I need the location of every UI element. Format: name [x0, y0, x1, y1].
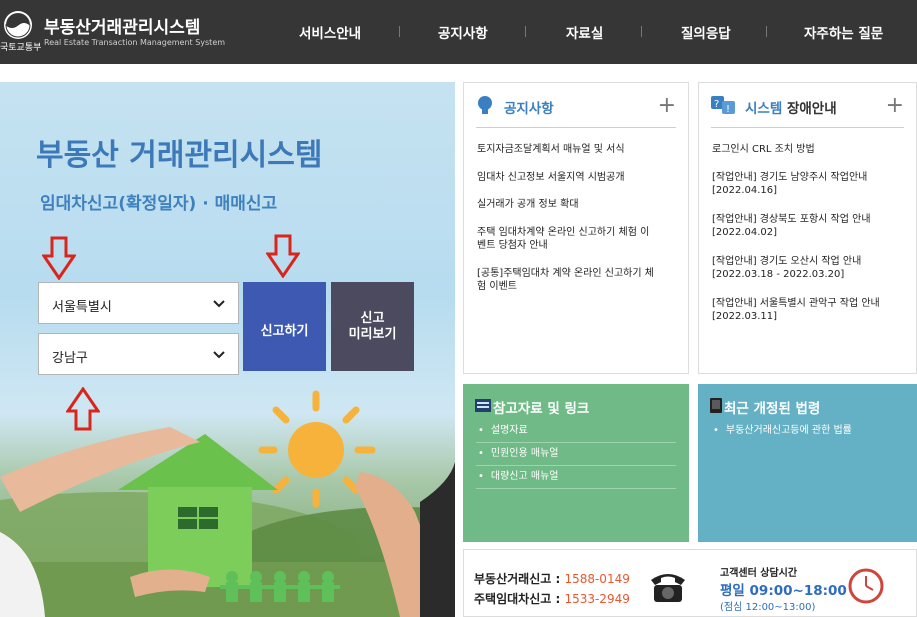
preview-button-line2: 미리보기 — [348, 327, 397, 342]
system-item-date: [2022.04.02] — [712, 227, 778, 238]
notice-item[interactable]: 토지자금조달계획서 매뉴얼 및 서식 — [477, 143, 677, 157]
system-more-button[interactable]: + — [886, 93, 904, 118]
system-title[interactable]: 시스템 장애안내 — [745, 97, 837, 117]
hours-value: 평일 09:00~18:00 — [720, 583, 847, 599]
svg-text:!: ! — [726, 104, 730, 114]
notice-panel: 공지사항 + 토지자금조달계획서 매뉴얼 및 서식 임대차 신고정보 서울지역 … — [463, 82, 689, 374]
system-item[interactable]: 로그인시 CRL 조치 방법 — [712, 143, 912, 157]
nav-divider — [399, 26, 400, 37]
lightbulb-icon — [478, 96, 492, 114]
divider — [711, 127, 904, 128]
city-select[interactable]: 서울특별시 — [38, 282, 239, 324]
references-item[interactable]: 대량신고 매뉴얼 — [476, 466, 676, 489]
nav-service[interactable]: 서비스안내 — [299, 22, 361, 42]
page: 국토교통부 부동산거래관리시스템 Real Estate Transaction… — [0, 0, 917, 617]
system-panel: ? ! 시스템 장애안내 + 로그인시 CRL 조치 방법 [작업안내] 경기도… — [698, 82, 917, 374]
nav-faq[interactable]: 자주하는 질문 — [804, 22, 883, 42]
hero-title: 부동산 거래관리시스템 — [36, 138, 323, 173]
telephone-icon — [651, 574, 685, 602]
notice-item[interactable]: 주택 임대차계약 온라인 신고하기 체험 이 — [477, 226, 677, 240]
laws-box: 최근 개정된 법령 부동산거래신고등에 관한 법률 — [698, 384, 917, 542]
system-item[interactable]: [작업안내] 경상북도 포항시 작업 안내 — [712, 213, 912, 227]
contact-bar: 부동산거래신고 : 1588-0149 주택임대차신고 : 1533-2949 … — [463, 549, 917, 617]
notice-item[interactable]: 실거래가 공개 정보 확대 — [477, 198, 677, 212]
ministry-name: 국토교통부 — [0, 43, 42, 53]
site-title[interactable]: 부동산거래관리시스템 — [44, 13, 200, 38]
district-select-value: 강남구 — [52, 351, 88, 366]
system-title-accent: 시스템 — [745, 101, 783, 117]
district-select[interactable]: 강남구 — [38, 333, 239, 375]
contact-lease-number[interactable]: 1533-2949 — [564, 592, 629, 606]
laws-list: 부동산거래신고등에 관한 법률 — [711, 420, 911, 443]
nav-qna[interactable]: 질의응답 — [681, 22, 731, 42]
notice-item[interactable]: 임대차 신고정보 서울지역 시범공개 — [477, 171, 677, 185]
chevron-down-icon — [213, 351, 225, 359]
contact-trade-number[interactable]: 1588-0149 — [564, 572, 629, 586]
site-subtitle: Real Estate Transaction Management Syste… — [44, 38, 226, 47]
references-list: 설명자료 민원인용 매뉴얼 대량신고 매뉴얼 — [476, 420, 676, 489]
contact-line-lease: 주택임대차신고 : 1533-2949 — [474, 590, 630, 607]
hours-title: 고객센터 상담시간 — [720, 568, 798, 579]
top-header: 국토교통부 부동산거래관리시스템 Real Estate Transaction… — [0, 0, 917, 64]
references-box: 참고자료 및 링크 설명자료 민원인용 매뉴얼 대량신고 매뉴얼 — [463, 384, 689, 542]
card-icon — [475, 399, 491, 412]
system-list: 로그인시 CRL 조치 방법 [작업안내] 경기도 남양주시 작업안내 [202… — [712, 143, 912, 324]
contact-lease-label: 주택임대차신고 : — [474, 592, 565, 606]
phone-device-icon — [710, 398, 722, 413]
down-arrow-icon — [266, 234, 300, 278]
nav-notice[interactable]: 공지사항 — [438, 22, 488, 42]
ministry-emblem-icon[interactable] — [3, 10, 33, 40]
system-item-date: [2022.04.16] — [712, 185, 778, 196]
hero-subtitle: 임대차신고(확정일자) · 매매신고 — [40, 194, 278, 214]
lunch-hours: (점심 12:00~13:00) — [720, 602, 816, 613]
references-item[interactable]: 민원인용 매뉴얼 — [476, 443, 676, 466]
clock-icon — [848, 568, 884, 604]
system-item[interactable]: [작업안내] 경기도 오산시 작업 안내 — [712, 255, 912, 269]
question-exclaim-icon: ? ! — [711, 96, 735, 114]
system-item[interactable]: [작업안내] 경기도 남양주시 작업안내 — [712, 171, 912, 185]
notice-list: 토지자금조달계획서 매뉴얼 및 서식 임대차 신고정보 서울지역 시범공개 실거… — [477, 143, 677, 294]
preview-button[interactable]: 신고 미리보기 — [331, 282, 414, 371]
system-item-date: [2022.03.11] — [712, 311, 778, 322]
nav-library[interactable]: 자료실 — [566, 22, 603, 42]
divider — [476, 127, 676, 128]
notice-more-button[interactable]: + — [658, 93, 676, 118]
notice-item[interactable]: [공통]주택임대차 계약 온라인 신고하기 체 — [477, 267, 677, 281]
contact-line-trade: 부동산거래신고 : 1588-0149 — [474, 570, 630, 587]
system-item[interactable]: [작업안내] 서울특별시 관악구 작업 안내 — [712, 297, 912, 311]
nav-divider — [766, 26, 767, 37]
nav-divider — [641, 26, 642, 37]
down-arrow-icon — [42, 236, 76, 280]
notice-item[interactable]: 험 이벤트 — [477, 280, 677, 294]
notice-item[interactable]: 벤트 당첨자 안내 — [477, 239, 677, 253]
contact-trade-label: 부동산거래신고 : — [474, 572, 565, 586]
nav-divider — [525, 26, 526, 37]
hero-banner: 부동산 거래관리시스템 임대차신고(확정일자) · 매매신고 서울특별시 강남구… — [0, 82, 455, 617]
references-item[interactable]: 설명자료 — [476, 420, 676, 443]
system-title-rest: 장애안내 — [786, 101, 837, 117]
preview-button-line1: 신고 — [360, 311, 385, 326]
city-select-value: 서울특별시 — [52, 300, 112, 315]
laws-item[interactable]: 부동산거래신고등에 관한 법률 — [711, 420, 911, 443]
system-item-date: [2022.03.18 - 2022.03.20] — [712, 269, 845, 280]
up-arrow-icon — [66, 387, 100, 431]
references-title[interactable]: 참고자료 및 링크 — [493, 397, 589, 417]
chevron-down-icon — [213, 300, 225, 308]
notice-title[interactable]: 공지사항 — [504, 97, 554, 117]
svg-text:?: ? — [714, 99, 719, 110]
report-button-label: 신고하기 — [260, 324, 309, 339]
report-button[interactable]: 신고하기 — [243, 282, 326, 371]
laws-title[interactable]: 최근 개정된 법령 — [724, 397, 820, 417]
